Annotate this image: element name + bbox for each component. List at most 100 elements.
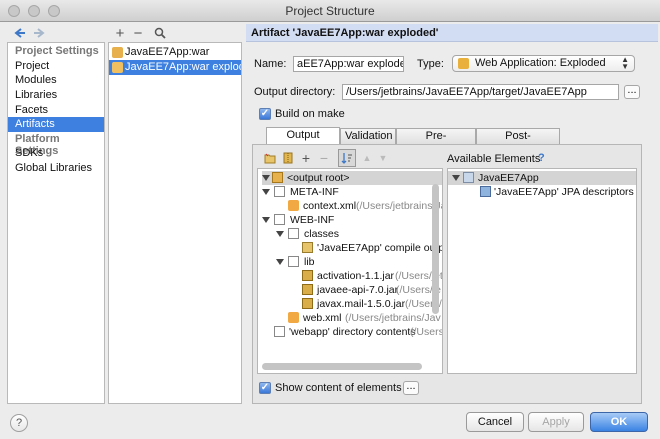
remove-element-button[interactable]: −: [316, 150, 332, 166]
tree-label: activation-1.1.jar: [317, 270, 395, 282]
project-settings-header: Project Settings: [15, 45, 99, 57]
add-artifact-button[interactable]: +: [112, 25, 128, 42]
tab-post-processing[interactable]: Post-processing: [476, 128, 560, 156]
close-window-button[interactable]: [8, 5, 20, 17]
artifact-label: JavaEE7App:war exploded: [125, 61, 241, 73]
artifacts-list: JavaEE7App:war JavaEE7App:war exploded: [108, 42, 242, 404]
tree-path: (/Users/: [410, 326, 442, 338]
folder-icon: [288, 256, 299, 267]
available-elements-label: Available Elements: [447, 153, 541, 165]
tree-label: WEB-INF: [290, 214, 335, 226]
window-title: Project Structure: [285, 4, 375, 18]
xml-file-icon: [288, 312, 299, 323]
tree-label: JavaEE7App: [478, 172, 539, 184]
artifact-item-war[interactable]: JavaEE7App:war: [109, 45, 241, 60]
expanded-arrow-icon: [262, 175, 270, 181]
find-icon[interactable]: [152, 25, 168, 41]
help-icon[interactable]: ?: [538, 152, 545, 164]
expanded-arrow-icon: [452, 175, 460, 181]
tab-pre-processing[interactable]: Pre-processing: [396, 128, 476, 156]
archive-icon[interactable]: [280, 150, 296, 166]
tree-label: web.xml: [303, 312, 342, 324]
sidebar-item-modules[interactable]: Modules: [8, 73, 104, 88]
vertical-scrollbar[interactable]: [432, 184, 439, 314]
tab-output-layout[interactable]: Output Layout: [266, 127, 340, 155]
sidebar-item-artifacts[interactable]: Artifacts: [8, 117, 104, 132]
tree-label: javaee-api-7.0.jar: [317, 284, 399, 296]
tree-path: (/Users/jetbrains/Ja: [356, 200, 443, 212]
name-field[interactable]: aEE7App:war exploded: [293, 56, 404, 72]
jar-icon: [302, 284, 313, 295]
show-content-options-button[interactable]: ...: [403, 381, 419, 395]
folder-icon: [274, 326, 285, 337]
apply-button[interactable]: Apply: [528, 412, 584, 432]
tree-label: <output root>: [287, 172, 350, 184]
cancel-button[interactable]: Cancel: [466, 412, 524, 432]
sidebar-item-facets[interactable]: Facets: [8, 103, 104, 118]
tree-row-output-root[interactable]: <output root>: [262, 171, 442, 185]
tree-path: (/Users/jetbrains/Jav: [345, 312, 441, 324]
output-directory-field[interactable]: /Users/jetbrains/JavaEE7App/target/JavaE…: [342, 84, 619, 100]
tree-label: context.xml: [303, 200, 357, 212]
type-select-value: Web Application: Exploded: [475, 57, 606, 69]
jar-icon: [302, 298, 313, 309]
folder-icon: [288, 228, 299, 239]
module-folder-icon: [463, 172, 474, 183]
forward-arrow-icon[interactable]: [31, 25, 47, 41]
artifact-label: JavaEE7App:war: [125, 46, 210, 58]
sidebar-item-project[interactable]: Project: [8, 59, 104, 74]
tree-label: javax.mail-1.5.0.jar: [317, 298, 406, 310]
move-down-icon[interactable]: ▼: [375, 150, 391, 166]
available-elements-tree: JavaEE7App 'JavaEE7App' JPA descriptors: [447, 168, 637, 374]
sidebar-item-global-libraries[interactable]: Global Libraries: [8, 161, 104, 176]
minimize-window-button[interactable]: [28, 5, 40, 17]
artifact-item-war-exploded[interactable]: JavaEE7App:war exploded: [109, 60, 241, 75]
ok-button[interactable]: OK: [590, 412, 648, 432]
expanded-arrow-icon: [276, 259, 284, 265]
type-select[interactable]: Web Application: Exploded ▲ ▼: [452, 55, 635, 72]
tree-label: 'JavaEE7App' compile output: [317, 242, 443, 254]
expanded-arrow-icon: [276, 231, 284, 237]
tab-validation[interactable]: Validation: [340, 128, 396, 144]
build-on-make-checkbox[interactable]: ✓: [259, 108, 271, 120]
show-content-label: Show content of elements: [275, 382, 402, 394]
sidebar-item-sdks[interactable]: SDKs: [8, 146, 104, 161]
select-arrows-icon: ▲ ▼: [621, 55, 629, 71]
new-folder-icon[interactable]: [262, 150, 278, 166]
settings-sidebar: Project Settings Project Modules Librari…: [7, 42, 105, 404]
tree-label: lib: [304, 256, 315, 268]
show-content-checkbox[interactable]: ✓: [259, 382, 271, 394]
build-on-make-label: Build on make: [275, 108, 345, 120]
horizontal-scrollbar[interactable]: [262, 363, 422, 370]
tree-label: META-INF: [290, 186, 339, 198]
remove-artifact-button[interactable]: −: [130, 25, 146, 42]
web-app-icon: [458, 58, 469, 69]
name-label: Name:: [254, 58, 287, 70]
output-root-icon: [272, 172, 283, 183]
tree-row-javaee7app[interactable]: JavaEE7App: [448, 171, 636, 185]
jpa-descriptor-icon: [480, 186, 491, 197]
sort-elements-icon[interactable]: [338, 149, 356, 167]
output-layout-tree: <output root> META-INF context.xml (/Use…: [257, 168, 443, 374]
tree-label: 'JavaEE7App' JPA descriptors: [494, 186, 634, 198]
move-up-icon[interactable]: ▲: [359, 150, 375, 166]
back-arrow-icon[interactable]: [12, 25, 28, 41]
jar-icon: [302, 270, 313, 281]
add-element-button[interactable]: +: [298, 150, 314, 166]
zoom-window-button[interactable]: [48, 5, 60, 17]
output-directory-label: Output directory:: [254, 86, 336, 98]
browse-output-directory-button[interactable]: ...: [624, 85, 640, 99]
expanded-arrow-icon: [262, 189, 270, 195]
help-button[interactable]: ?: [10, 414, 28, 432]
tree-label: classes: [304, 228, 340, 240]
war-artifact-icon: [112, 47, 123, 58]
war-exploded-artifact-icon: [112, 62, 123, 73]
expanded-arrow-icon: [262, 217, 270, 223]
folder-icon: [274, 186, 285, 197]
artifact-header: Artifact 'JavaEE7App:war exploded': [246, 24, 658, 42]
window-title-bar: Project Structure: [0, 0, 660, 22]
tree-label: 'webapp' directory contents: [289, 326, 416, 338]
sidebar-item-libraries[interactable]: Libraries: [8, 88, 104, 103]
type-label: Type:: [417, 58, 444, 70]
module-output-icon: [302, 242, 313, 253]
